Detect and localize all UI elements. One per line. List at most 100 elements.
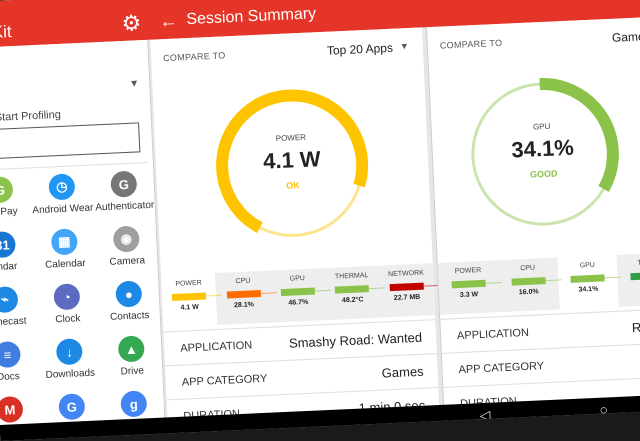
- app-item[interactable]: ▲ Drive: [100, 335, 164, 379]
- app-icon: ◔: [53, 283, 81, 311]
- app-item[interactable]: ↓ Downloads: [38, 337, 102, 381]
- gauge: POWER 4.1 W OK: [209, 82, 376, 249]
- gauge: GPU 34.1% GOOD: [459, 71, 626, 238]
- metric-bar: [226, 290, 261, 299]
- app-icon: G: [110, 170, 138, 198]
- metrics-strip: POWER 4.1 W CPU 28.1% GPU 46.7% THERMAL 48.2°C N…: [160, 263, 436, 328]
- metric-label: NETWORK: [387, 269, 425, 279]
- app-label: Camera: [109, 255, 146, 268]
- app-item[interactable]: ● Contacts: [97, 280, 161, 324]
- metric-value: 4.1 W: [180, 303, 199, 312]
- metric-label: POWER: [454, 266, 482, 276]
- compare-select[interactable]: Games: [612, 29, 640, 45]
- app-icon: ▦: [50, 228, 78, 256]
- metric-power[interactable]: POWER 3.3 W: [437, 260, 500, 315]
- app-label: Downloads: [45, 367, 96, 381]
- app-item[interactable]: ▦ Calendar: [33, 227, 97, 271]
- metric-bar: [280, 287, 316, 297]
- info-key: APP CATEGORY: [181, 372, 268, 389]
- app-title: Kit: [0, 22, 13, 42]
- metric-value: 22.7 MB: [393, 293, 421, 302]
- dropdown-arrow-icon[interactable]: ▼: [400, 41, 409, 51]
- app-item[interactable]: G Authenticator: [92, 170, 156, 214]
- profile-input[interactable]: [0, 122, 141, 160]
- info-key: APPLICATION: [180, 339, 253, 355]
- info-value: Reign: [631, 318, 640, 336]
- compare-label: COMPARE TO: [439, 37, 503, 51]
- app-icon: ◷: [48, 173, 76, 201]
- profile-label: o Start Profiling: [0, 108, 62, 124]
- app-item[interactable]: ◉ Camera: [95, 225, 159, 269]
- metric-label: GPU: [579, 261, 596, 270]
- app-label: Drive: [120, 365, 145, 378]
- metric-cpu[interactable]: CPU 28.1%: [215, 270, 273, 325]
- metric-value: 44.: [618, 282, 640, 292]
- metric-label: GPU: [289, 274, 306, 283]
- dropdown-arrow-icon[interactable]: ▼: [129, 78, 139, 89]
- app-icon: ↓: [55, 338, 83, 366]
- metric-network[interactable]: NETWORK 22.7 MB: [378, 263, 436, 318]
- left-panel: ▼ o Start Profiling Goid Pay◷Android Wea…: [0, 39, 166, 441]
- app-icon: G: [0, 176, 14, 204]
- divider: [0, 161, 148, 171]
- info-key: APP CATEGORY: [458, 360, 545, 377]
- app-icon: 31: [0, 231, 16, 259]
- metric-bar: [630, 271, 640, 281]
- app-icon: ⌁: [0, 286, 19, 314]
- app-item[interactable]: ◔ Clock: [35, 282, 99, 326]
- app-item[interactable]: ◷ Android Wear: [30, 173, 94, 217]
- app-label: Docs: [0, 371, 21, 384]
- compare-select[interactable]: Top 20 Apps: [327, 41, 394, 58]
- app-label: lendar: [0, 261, 18, 274]
- metric-bar: [511, 277, 546, 286]
- app-item[interactable]: ⌁ romecast: [0, 285, 37, 329]
- page-title: Session Summary: [186, 5, 317, 29]
- metric-thermal[interactable]: THERMAL 48.2°C: [324, 265, 381, 321]
- app-grid: Goid Pay◷Android WearGAuthenticator31len…: [0, 170, 167, 441]
- metric-bar: [451, 279, 486, 289]
- back-arrow-icon[interactable]: ←: [159, 11, 178, 33]
- app-item[interactable]: 31 lendar: [0, 230, 35, 274]
- info-value: Smashy Road: Wanted: [288, 329, 423, 351]
- tablet-screen: Kit ⚙ ← Session Summary ▼ o Start Profil…: [0, 0, 640, 441]
- app-label: Android Wear: [32, 202, 94, 217]
- metric-label: CPU: [235, 277, 251, 286]
- metric-value: 28.1%: [233, 301, 255, 310]
- info-value: Games: [381, 363, 424, 381]
- metric-gpu[interactable]: GPU 46.7%: [269, 268, 327, 323]
- app-icon: ●: [115, 280, 143, 308]
- app-label: Clock: [55, 313, 81, 326]
- compare-label: COMPARE TO: [162, 50, 226, 64]
- app-label: oid Pay: [0, 205, 18, 219]
- metric-value: 3.3 W: [459, 291, 479, 299]
- session-panel-second: COMPARE TO Games GPU 34.1% GOOD POWER 3.3…: [425, 16, 640, 420]
- home-nav-icon[interactable]: ○: [599, 401, 608, 417]
- back-nav-icon[interactable]: ◁: [479, 407, 491, 424]
- metric-power[interactable]: POWER 4.1 W: [160, 273, 218, 328]
- app-icon: ≡: [0, 340, 21, 369]
- metric-gpu[interactable]: GPU 34.1%: [557, 254, 620, 310]
- info-key: APPLICATION: [456, 326, 530, 343]
- app-label: Contacts: [109, 310, 150, 323]
- app-label: Calendar: [44, 257, 86, 271]
- app-label: Authenticator: [95, 199, 155, 214]
- metrics-strip: POWER 3.3 W CPU 16.0% GPU 34.1% THER 44.: [437, 252, 640, 315]
- metric-label: THERMAL: [334, 272, 369, 281]
- metric-label: POWER: [175, 279, 202, 288]
- app-item[interactable]: Goid Pay: [0, 175, 32, 219]
- app-icon: g: [120, 390, 148, 418]
- metric-bar: [172, 292, 207, 302]
- app-icon: ▲: [117, 335, 145, 363]
- metric-value: 46.7%: [288, 298, 309, 307]
- app-icon: M: [0, 395, 24, 424]
- app-icon: G: [58, 393, 86, 421]
- metric-bar: [389, 282, 424, 292]
- metric-cpu[interactable]: CPU 16.0%: [497, 257, 560, 313]
- metric-value: 48.2°C: [341, 296, 364, 305]
- metric-bar: [570, 274, 606, 283]
- app-item[interactable]: ≡ Docs: [0, 340, 40, 384]
- gear-icon[interactable]: ⚙: [121, 10, 142, 37]
- app-icon: ◉: [112, 225, 140, 253]
- metric-ther[interactable]: THER 44.: [616, 252, 640, 307]
- metric-bar: [335, 285, 370, 294]
